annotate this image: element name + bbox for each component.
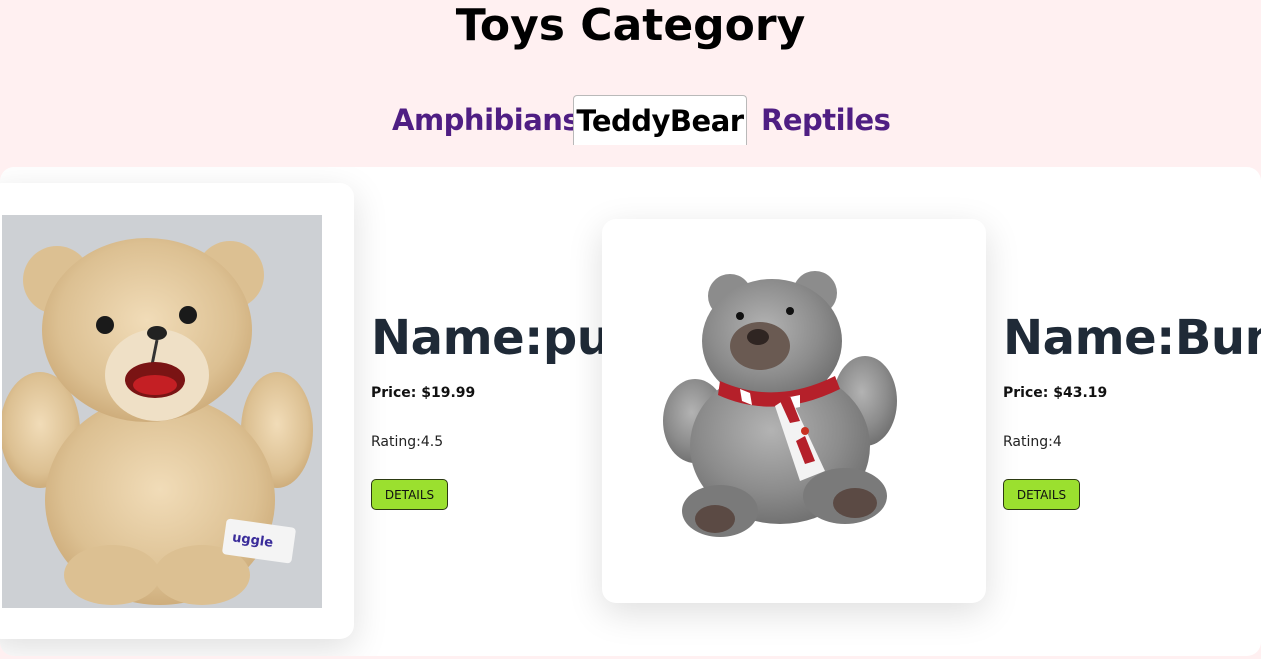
teddy-bear-image (663, 271, 897, 537)
tab-reptiles[interactable]: Reptiles (761, 95, 891, 145)
tab-amphibians[interactable]: Amphibians (392, 95, 580, 145)
product-price: Price: $19.99 (371, 385, 476, 401)
tab-panel: uggle Name:pup Price: $19.99 Rating:4.5 … (0, 167, 1261, 656)
details-button[interactable]: DETAILS (371, 479, 448, 510)
details-button[interactable]: DETAILS (1003, 479, 1080, 510)
page-title: Toys Category (455, 0, 806, 51)
product-rating: Rating:4.5 (371, 434, 444, 450)
product-price: Price: $43.19 (1003, 385, 1108, 401)
product-rating: Rating:4 (1003, 434, 1062, 450)
teddy-bear-image: uggle (2, 215, 322, 608)
tab-teddybear[interactable]: TeddyBear (573, 95, 747, 145)
product-info: Name:Bunn Price: $43.19 Rating:4 DETAILS (1003, 307, 1261, 510)
product-name: Name:Bunn (1003, 310, 1261, 366)
category-tabs: Amphibians TeddyBear Reptiles (0, 95, 1261, 145)
